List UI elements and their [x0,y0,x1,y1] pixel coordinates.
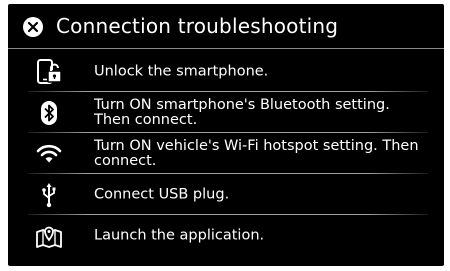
usb-icon [34,180,64,210]
bluetooth-icon [34,98,64,128]
dialog-title: Connection troubleshooting [56,14,339,38]
list-item-unlock: Unlock the smartphone. [28,51,428,92]
list-item-usb: Connect USB plug. [28,174,428,215]
list-item-label: Turn ON vehicle's Wi-Fi hotspot setting.… [94,137,419,169]
circle-x-icon [23,17,43,37]
troubleshooting-screen: Connection troubleshooting Unlock the sm… [8,4,444,266]
wifi-icon [34,139,64,169]
list-item-label: Turn ON smartphone's Bluetooth setting. … [94,96,390,128]
smartphone-unlock-icon [34,57,64,87]
list-item-launch: Launch the application. [28,215,428,256]
map-pin-icon [34,221,64,251]
list-item-label: Launch the application. [94,227,265,243]
list-item-bluetooth: Turn ON smartphone's Bluetooth setting. … [28,92,428,133]
dialog-header: Connection troubleshooting [8,4,444,49]
troubleshooting-list: Unlock the smartphone. Turn ON smartphon… [28,51,428,256]
list-item-label: Unlock the smartphone. [94,63,269,79]
close-button[interactable] [22,16,44,38]
list-item-label: Connect USB plug. [94,186,230,202]
list-item-wifi: Turn ON vehicle's Wi-Fi hotspot setting.… [28,133,428,174]
